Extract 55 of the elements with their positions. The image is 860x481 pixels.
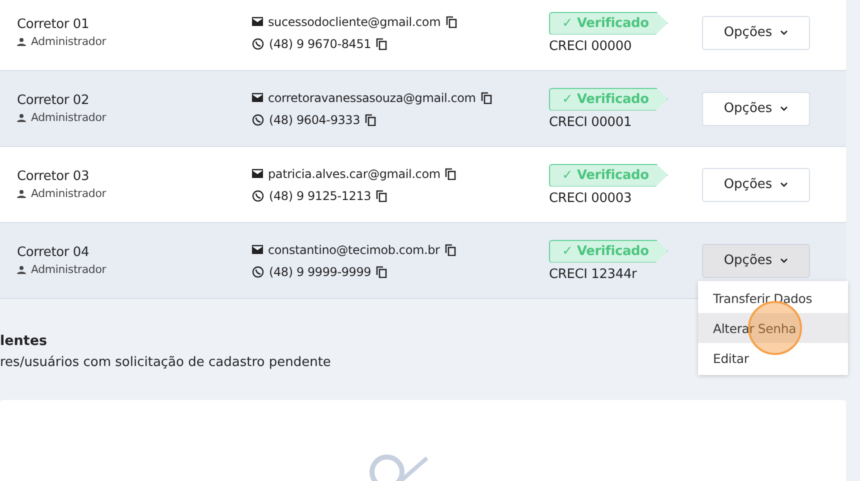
role-label: Administrador <box>31 263 106 276</box>
caret-icon <box>780 258 788 263</box>
role-label: Administrador <box>31 111 106 124</box>
broker-name: Corretor 03 <box>17 169 90 184</box>
options-button[interactable]: Opções <box>702 16 810 50</box>
creci-text: CRECI 00001 <box>549 114 632 130</box>
copy-icon[interactable] <box>376 38 388 50</box>
verified-badge: ✓ Verificado <box>549 88 668 110</box>
copy-icon[interactable] <box>480 92 492 104</box>
user-icon <box>17 114 26 122</box>
options-button[interactable]: Opções <box>702 168 810 202</box>
verified-badge: ✓ Verificado <box>549 12 668 34</box>
broker-name: Corretor 04 <box>17 245 90 260</box>
mail-icon <box>252 169 263 178</box>
whatsapp-icon <box>252 114 264 126</box>
email-text: constantino@tecimob.com.br <box>268 242 440 256</box>
copy-icon[interactable] <box>376 190 388 202</box>
copy-icon[interactable] <box>376 266 388 278</box>
email-text: sucessodocliente@gmail.com <box>268 14 441 28</box>
user-icon <box>17 266 26 274</box>
section-description: res/usuários com solicitação de cadastro pendente <box>0 355 331 370</box>
whatsapp-icon <box>252 266 264 278</box>
broker-name: Corretor 01 <box>17 17 90 32</box>
section-title: lentes <box>0 333 48 349</box>
menu-item[interactable]: Editar <box>698 343 848 373</box>
email-text: patricia.alves.car@gmail.com <box>268 166 440 180</box>
options-button[interactable]: Opções <box>702 244 810 278</box>
options-button[interactable]: Opções <box>702 92 810 126</box>
phone-text: (48) 9 9670-8451 <box>269 36 372 50</box>
email-text: corretoravanessasouza@gmail.com <box>268 90 476 104</box>
verified-badge: ✓ Verificado <box>549 240 668 262</box>
phone-text: (48) 9 9999-9999 <box>269 264 372 278</box>
mail-icon <box>252 17 263 26</box>
caret-icon <box>780 182 788 187</box>
copy-icon[interactable] <box>365 114 376 126</box>
caret-icon <box>780 30 788 35</box>
phone-text: (48) 9604-9333 <box>269 112 360 126</box>
verified-badge: ✓ Verificado <box>549 164 668 186</box>
user-icon <box>17 38 26 46</box>
mail-icon <box>252 93 263 102</box>
caret-icon <box>780 106 788 111</box>
role-label: Administrador <box>31 35 106 48</box>
whatsapp-icon <box>252 190 264 202</box>
whatsapp-icon <box>252 38 264 50</box>
copy-icon[interactable] <box>444 244 456 256</box>
creci-text: CRECI 00003 <box>549 190 632 206</box>
creci-text: CRECI 00000 <box>549 38 632 54</box>
phone-text: (48) 9 9125-1213 <box>269 188 372 202</box>
broker-name: Corretor 02 <box>17 93 90 108</box>
copy-icon[interactable] <box>446 16 457 28</box>
user-icon <box>17 190 26 198</box>
creci-text: CRECI 12344r <box>549 266 637 282</box>
role-label: Administrador <box>31 187 106 200</box>
copy-icon[interactable] <box>445 168 456 180</box>
mail-icon <box>252 245 263 254</box>
